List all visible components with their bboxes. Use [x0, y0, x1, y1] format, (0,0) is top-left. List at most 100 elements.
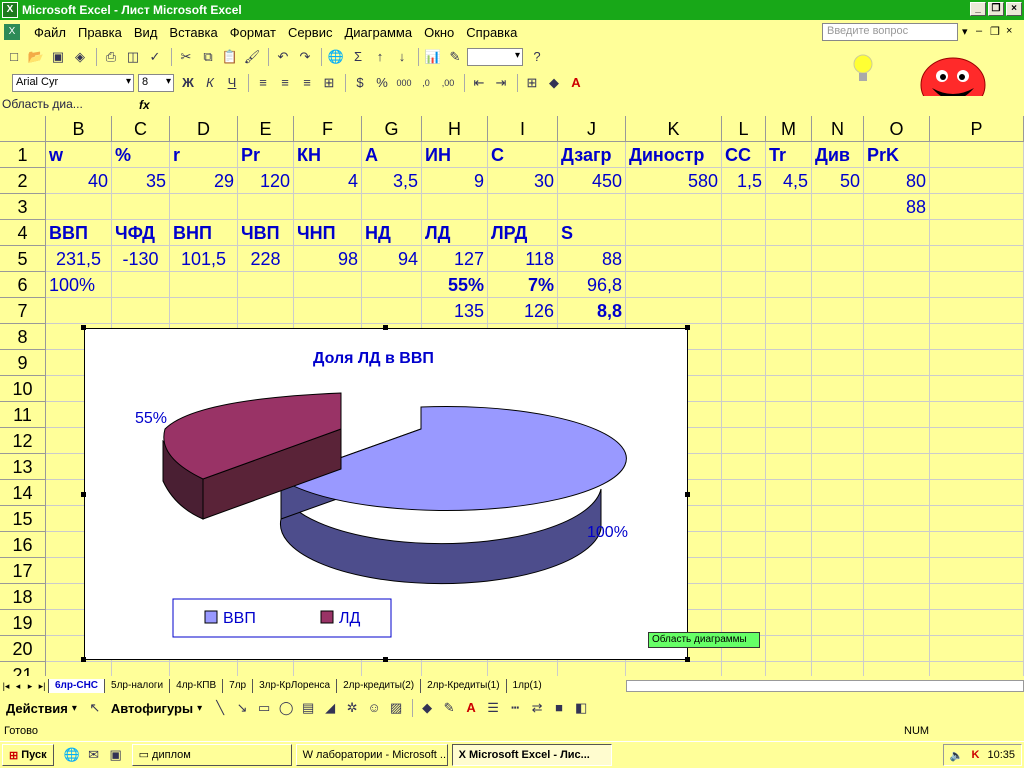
borders-icon[interactable]: ⊞ — [522, 73, 542, 93]
data-cell[interactable]: ЧНП — [294, 220, 362, 246]
cut-icon[interactable]: ✂ — [176, 47, 196, 67]
align-left-icon[interactable]: ≡ — [253, 73, 273, 93]
data-cell[interactable]: ЧВП — [238, 220, 294, 246]
lightbulb-icon[interactable] — [850, 52, 876, 86]
spelling-icon[interactable]: ✓ — [145, 47, 165, 67]
row-header[interactable]: 11 — [0, 402, 46, 428]
data-cell[interactable]: А — [362, 142, 422, 168]
grid-cell[interactable] — [930, 246, 1024, 272]
grid-cell[interactable] — [812, 636, 864, 662]
data-cell[interactable]: 50 — [812, 168, 864, 194]
grid-cell[interactable] — [722, 532, 766, 558]
last-sheet-icon[interactable]: ▸| — [36, 681, 48, 692]
data-cell[interactable]: r — [170, 142, 238, 168]
grid-cell[interactable] — [238, 194, 294, 220]
grid-cell[interactable] — [766, 220, 812, 246]
grid-cell[interactable] — [930, 428, 1024, 454]
data-cell[interactable]: 4 — [294, 168, 362, 194]
grid-cell[interactable] — [722, 506, 766, 532]
grid-cell[interactable] — [766, 506, 812, 532]
menu-insert[interactable]: Вставка — [163, 25, 223, 40]
chart-resize-handle[interactable] — [81, 492, 86, 497]
data-cell[interactable]: 101,5 — [170, 246, 238, 272]
help-icon[interactable]: ? — [527, 47, 547, 67]
grid-cell[interactable] — [170, 272, 238, 298]
column-header[interactable]: H — [422, 116, 488, 142]
grid-cell[interactable] — [930, 350, 1024, 376]
grid-cell[interactable] — [294, 272, 362, 298]
grid-cell[interactable] — [722, 662, 766, 676]
row-header[interactable]: 19 — [0, 610, 46, 636]
data-cell[interactable]: 8,8 — [558, 298, 626, 324]
grid-cell[interactable] — [626, 662, 722, 676]
grid-cell[interactable] — [238, 272, 294, 298]
print-icon[interactable]: ⎙ — [101, 47, 121, 67]
prev-sheet-icon[interactable]: ◂ — [12, 681, 24, 692]
data-cell[interactable]: С — [488, 142, 558, 168]
textbox-icon[interactable]: ▤ — [298, 698, 318, 718]
oval-icon[interactable]: ◯ — [276, 698, 296, 718]
grid-cell[interactable] — [864, 298, 930, 324]
grid-cell[interactable] — [488, 194, 558, 220]
grid-cell[interactable] — [294, 662, 362, 676]
3d-icon[interactable]: ◧ — [571, 698, 591, 718]
row-header[interactable]: 13 — [0, 454, 46, 480]
grid-cell[interactable] — [766, 194, 812, 220]
sheet-tab[interactable]: 5лр-налоги — [104, 679, 169, 693]
fill-color-icon[interactable]: ◆ — [544, 73, 564, 93]
grid-cell[interactable] — [864, 584, 930, 610]
data-cell[interactable]: -130 — [112, 246, 170, 272]
underline-icon[interactable]: Ч — [222, 73, 242, 93]
grid-cell[interactable] — [170, 298, 238, 324]
select-pointer-icon[interactable]: ↖ — [85, 698, 105, 718]
grid-cell[interactable] — [766, 272, 812, 298]
column-header[interactable]: D — [170, 116, 238, 142]
row-header[interactable]: 3 — [0, 194, 46, 220]
sheet-tab[interactable]: 3лр-КрЛоренса — [252, 679, 336, 693]
grid-cell[interactable] — [238, 662, 294, 676]
grid-cell[interactable] — [766, 428, 812, 454]
next-sheet-icon[interactable]: ▸ — [24, 681, 36, 692]
diagram-icon[interactable]: ✲ — [342, 698, 362, 718]
grid-cell[interactable] — [362, 194, 422, 220]
task-word[interactable]: W лаборатории - Microsoft ... — [295, 744, 448, 766]
data-cell[interactable]: Tr — [766, 142, 812, 168]
volume-icon[interactable]: 🔈 — [950, 749, 964, 762]
autosum-icon[interactable]: Σ — [348, 47, 368, 67]
line-color-icon[interactable]: ✎ — [439, 698, 459, 718]
grid-cell[interactable] — [722, 220, 766, 246]
grid-cell[interactable] — [930, 532, 1024, 558]
grid-cell[interactable] — [864, 220, 930, 246]
grid-cell[interactable] — [930, 454, 1024, 480]
grid-cell[interactable] — [722, 376, 766, 402]
grid-cell[interactable] — [170, 662, 238, 676]
data-cell[interactable]: w — [46, 142, 112, 168]
grid-cell[interactable] — [812, 350, 864, 376]
autoshapes-dropdown-icon[interactable]: ▾ — [197, 703, 202, 714]
column-header[interactable]: N — [812, 116, 864, 142]
grid-cell[interactable] — [812, 428, 864, 454]
open-icon[interactable]: 📂 — [26, 47, 46, 67]
start-button[interactable]: ⊞ Пуск — [2, 744, 54, 766]
data-cell[interactable]: 126 — [488, 298, 558, 324]
undo-icon[interactable]: ↶ — [273, 47, 293, 67]
column-header[interactable]: O — [864, 116, 930, 142]
column-header[interactable]: L — [722, 116, 766, 142]
minimize-button[interactable]: _ — [970, 2, 986, 16]
grid-cell[interactable] — [864, 558, 930, 584]
menu-tools[interactable]: Сервис — [282, 25, 339, 40]
column-header[interactable]: C — [112, 116, 170, 142]
data-cell[interactable]: ЛД — [422, 220, 488, 246]
grid-cell[interactable] — [112, 194, 170, 220]
italic-icon[interactable]: К — [200, 73, 220, 93]
grid-cell[interactable] — [930, 376, 1024, 402]
data-cell[interactable]: 4,5 — [766, 168, 812, 194]
data-cell[interactable]: 100% — [46, 272, 112, 298]
picture-icon[interactable]: ▨ — [386, 698, 406, 718]
grid-cell[interactable] — [112, 272, 170, 298]
chart-resize-handle[interactable] — [383, 657, 388, 662]
grid-cell[interactable] — [930, 298, 1024, 324]
row-header[interactable]: 2 — [0, 168, 46, 194]
grid-cell[interactable] — [766, 246, 812, 272]
grid-cell[interactable] — [722, 480, 766, 506]
